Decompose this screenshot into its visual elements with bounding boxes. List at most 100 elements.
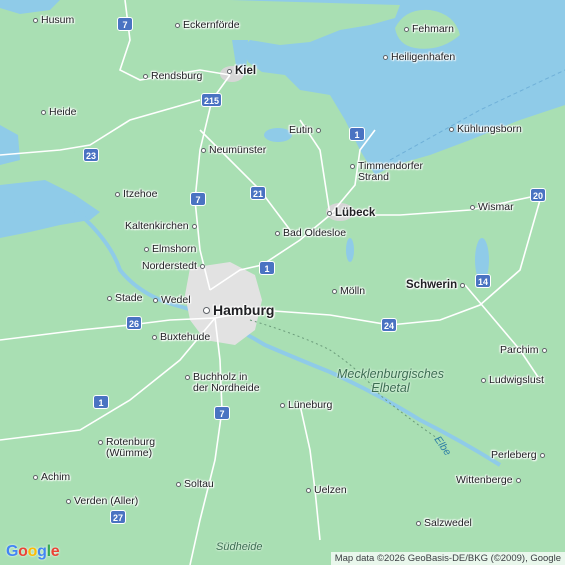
place-salzwedel[interactable]: Salzwedel — [413, 517, 472, 529]
place-dot — [416, 520, 421, 526]
route-shield: 21 — [250, 186, 267, 200]
map-view[interactable]: Husum Eckernförde Fehmarn Heiligenhafen … — [0, 0, 565, 565]
place-dot — [66, 498, 71, 504]
place-dot — [144, 246, 149, 252]
place-dot — [539, 452, 545, 458]
place-kiel[interactable]: Kiel — [224, 65, 256, 77]
place-dot — [470, 204, 475, 210]
place-hamburg[interactable]: Hamburg — [200, 302, 274, 318]
place-elmshorn[interactable]: Elmshorn — [141, 243, 196, 255]
place-schwerin[interactable]: Schwerin — [406, 279, 468, 291]
place-dot — [449, 126, 454, 132]
place-rendsburg[interactable]: Rendsburg — [140, 70, 202, 82]
route-shield: 215 — [201, 93, 223, 107]
route-shield: 1 — [349, 127, 365, 141]
place-dot — [201, 147, 206, 153]
place-dot — [115, 191, 120, 197]
place-heide[interactable]: Heide — [38, 106, 76, 118]
place-dot — [280, 402, 285, 408]
route-shield: 24 — [381, 318, 398, 332]
place-dot — [332, 288, 337, 294]
place-lueneburg[interactable]: Lüneburg — [277, 399, 332, 411]
place-dot — [350, 164, 355, 169]
route-shield: 27 — [110, 510, 127, 524]
place-dot — [227, 68, 232, 74]
place-ludwigslust[interactable]: Ludwigslust — [478, 374, 544, 386]
route-shield: 7 — [190, 192, 206, 206]
logo-letter: e — [50, 543, 60, 560]
route-shield: 1 — [93, 395, 109, 409]
place-uelzen[interactable]: Uelzen — [303, 484, 347, 496]
place-dot — [404, 26, 409, 32]
place-norderstedt[interactable]: Norderstedt — [142, 260, 208, 272]
place-husum[interactable]: Husum — [30, 14, 74, 26]
place-stade[interactable]: Stade — [104, 292, 142, 304]
place-soltau[interactable]: Soltau — [173, 478, 214, 490]
place-dot — [327, 210, 332, 216]
place-timmendorfer-strand[interactable]: Timmendorfer Strand — [347, 161, 423, 183]
place-neumuenster[interactable]: Neumünster — [198, 144, 266, 156]
north-sea-upper — [0, 125, 20, 165]
logo-letter: G — [6, 543, 19, 560]
place-dot — [515, 477, 521, 483]
route-shield: 26 — [126, 316, 143, 330]
place-dot — [541, 347, 547, 353]
place-buxtehude[interactable]: Buxtehude — [149, 331, 210, 343]
route-shield: 23 — [83, 148, 100, 162]
place-verden[interactable]: Verden (Aller) — [63, 495, 138, 507]
place-dot — [143, 73, 148, 79]
place-dot — [98, 440, 103, 445]
google-logo[interactable]: Google — [6, 543, 60, 561]
logo-letter: g — [37, 543, 47, 560]
place-dot — [460, 282, 466, 288]
place-dot — [185, 375, 190, 380]
place-itzehoe[interactable]: Itzehoe — [112, 188, 157, 200]
route-shield: 14 — [475, 274, 492, 288]
region-suedheide: Südheide — [216, 541, 263, 553]
place-dot — [176, 481, 181, 487]
place-buchholz[interactable]: Buchholz in der Nordheide — [182, 372, 260, 394]
place-parchim[interactable]: Parchim — [500, 344, 550, 356]
place-wismar[interactable]: Wismar — [467, 201, 514, 213]
place-dot — [33, 474, 38, 480]
place-heiligenhafen[interactable]: Heiligenhafen — [380, 51, 455, 63]
logo-letter: o — [27, 543, 38, 560]
place-dot — [41, 109, 46, 115]
north-sea-top — [0, 0, 60, 14]
route-shield: 7 — [214, 406, 230, 420]
place-wittenberge[interactable]: Wittenberge — [456, 474, 524, 486]
place-kuehlungsborn[interactable]: Kühlungsborn — [446, 123, 522, 135]
route-shield: 20 — [530, 188, 547, 202]
place-rotenburg[interactable]: Rotenburg (Wümme) — [95, 437, 155, 459]
place-moelln[interactable]: Mölln — [329, 285, 365, 297]
logo-letter: o — [18, 543, 28, 560]
place-dot — [199, 263, 205, 269]
place-dot — [275, 230, 280, 236]
place-kaltenkirchen[interactable]: Kaltenkirchen — [125, 220, 200, 232]
north-sea — [0, 180, 100, 238]
place-fehmarn[interactable]: Fehmarn — [401, 23, 454, 35]
place-dot — [191, 223, 197, 229]
place-achim[interactable]: Achim — [30, 471, 70, 483]
lake-ratzeburg — [346, 238, 354, 262]
region-mecklenburgisches-elbetal: Mecklenburgisches Elbetal — [337, 367, 444, 395]
place-eckernfoerde[interactable]: Eckernförde — [172, 19, 240, 31]
place-dot — [203, 306, 210, 314]
place-luebeck[interactable]: Lübeck — [324, 207, 375, 219]
place-dot — [33, 17, 38, 23]
route-shield: 7 — [117, 17, 133, 31]
place-dot — [153, 297, 158, 303]
place-dot — [481, 377, 486, 383]
route-shield: 1 — [259, 261, 275, 275]
place-eutin[interactable]: Eutin — [289, 124, 324, 136]
place-dot — [306, 487, 311, 493]
place-bad-oldesloe[interactable]: Bad Oldesloe — [272, 227, 346, 239]
place-perleberg[interactable]: Perleberg — [491, 449, 548, 461]
lake-ploen — [264, 128, 292, 142]
place-dot — [175, 22, 180, 28]
place-dot — [152, 334, 157, 340]
place-dot — [315, 127, 321, 133]
place-wedel[interactable]: Wedel — [150, 294, 191, 306]
place-dot — [383, 54, 388, 60]
map-attribution[interactable]: Map data ©2026 GeoBasis-DE/BKG (©2009), … — [330, 552, 565, 565]
